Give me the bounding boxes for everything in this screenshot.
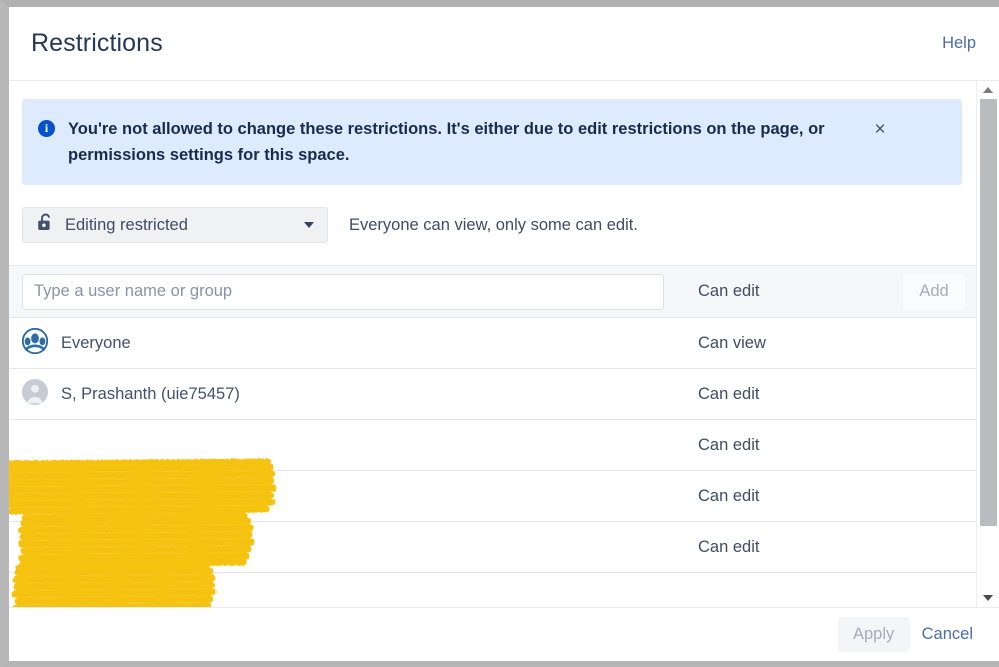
group-avatar-icon bbox=[21, 327, 49, 359]
window-frame: Restrictions Help i You're not allowed t… bbox=[0, 0, 999, 667]
search-input[interactable] bbox=[22, 273, 664, 310]
row-permission: Can edit bbox=[698, 537, 760, 556]
restriction-mode-row: Editing restricted Everyone can view, on… bbox=[22, 207, 976, 243]
chevron-down-icon bbox=[304, 222, 314, 228]
row-entity-name: Everyone bbox=[61, 333, 131, 352]
info-banner: i You're not allowed to change these res… bbox=[22, 99, 962, 185]
restrictions-dialog: Restrictions Help i You're not allowed t… bbox=[9, 7, 999, 661]
dialog-footer: Apply Cancel bbox=[9, 608, 999, 661]
triangle-up-icon bbox=[983, 87, 993, 93]
table-row: Everyone Can view bbox=[9, 318, 976, 369]
apply-button[interactable]: Apply bbox=[837, 617, 910, 652]
dialog-body: i You're not allowed to change these res… bbox=[9, 81, 999, 608]
scroll-up-button[interactable] bbox=[977, 81, 999, 99]
person-avatar-icon bbox=[22, 378, 48, 410]
table-row: S, Prashanth (uie75457) Can edit bbox=[9, 369, 976, 420]
add-button[interactable]: Add bbox=[903, 273, 965, 310]
table-row: Can edit bbox=[9, 420, 976, 471]
row-permission: Can edit bbox=[698, 435, 760, 454]
table-row: Can edit bbox=[9, 471, 976, 522]
scrollbar-thumb[interactable] bbox=[979, 99, 997, 526]
cancel-button[interactable]: Cancel bbox=[918, 625, 977, 644]
row-entity: S, Prashanth (uie75457) bbox=[9, 378, 677, 410]
help-link[interactable]: Help bbox=[942, 34, 976, 53]
scrollbar-track[interactable] bbox=[977, 99, 999, 589]
restriction-mode-description: Everyone can view, only some can edit. bbox=[349, 215, 638, 234]
row-entity: Everyone bbox=[9, 327, 677, 359]
row-permission: Can view bbox=[698, 333, 766, 352]
page-title: Restrictions bbox=[31, 29, 163, 57]
add-restriction-row: Can edit Add bbox=[9, 266, 976, 318]
info-circle-icon: i bbox=[38, 120, 55, 137]
triangle-down-icon bbox=[983, 595, 993, 601]
row-permission: Can edit bbox=[698, 384, 760, 403]
unlocked-padlock-icon bbox=[37, 213, 54, 237]
info-banner-message: You're not allowed to change these restr… bbox=[68, 120, 825, 164]
dialog-header: Restrictions Help bbox=[9, 7, 999, 81]
row-permission: Can edit bbox=[698, 486, 760, 505]
scroll-down-button[interactable] bbox=[977, 589, 999, 607]
table-row: Can edit bbox=[9, 522, 976, 573]
restriction-mode-label: Editing restricted bbox=[65, 215, 188, 234]
search-cell bbox=[9, 273, 677, 310]
row-entity-name[interactable]: S, Prashanth (uie75457) bbox=[61, 385, 240, 404]
search-permission-label: Can edit bbox=[698, 282, 760, 300]
close-icon[interactable]: × bbox=[868, 118, 892, 142]
restriction-mode-select[interactable]: Editing restricted bbox=[22, 207, 328, 243]
add-cell: Add bbox=[867, 273, 976, 310]
restrictions-table: Can edit Add bbox=[9, 265, 976, 573]
vertical-scrollbar[interactable] bbox=[976, 81, 999, 607]
